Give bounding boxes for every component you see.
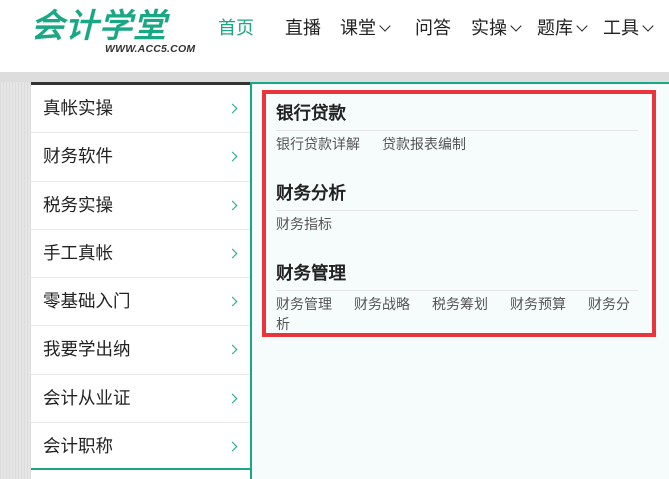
section-links: 财务管理 财务战略 税务筹划 财务预算 财务分析: [276, 295, 638, 335]
nav-item-label: 课堂: [340, 18, 376, 39]
link-loan-report[interactable]: 贷款报表编制: [382, 137, 466, 153]
category-sidebar: 真帐实操 财务软件 税务实操 手工真帐 零基础入门 我要学出纳 会计从业证 会计…: [31, 82, 250, 468]
nav-item-label: 工具: [603, 18, 639, 39]
chevron-right-icon: [227, 441, 238, 452]
chevron-down-icon: [642, 20, 654, 32]
header-divider: [0, 72, 669, 82]
nav-item-classroom[interactable]: 课堂: [340, 14, 391, 44]
link-bank-loan-detail[interactable]: 银行贷款详解: [276, 137, 360, 153]
chevron-right-icon: [227, 393, 238, 404]
section-links: 财务指标: [276, 215, 638, 235]
nav-item-label: 直播: [285, 18, 321, 39]
sidebar-item-finance-software[interactable]: 财务软件: [31, 133, 250, 182]
nav-item-label: 问答: [415, 18, 451, 39]
nav-item-home[interactable]: 首页: [218, 14, 254, 44]
sidebar-footer: [31, 468, 253, 479]
sidebar-item-real-accounts[interactable]: 真帐实操: [31, 85, 250, 134]
nav-item-label: 题库: [537, 18, 573, 39]
sidebar-item-accounting-title[interactable]: 会计职称: [31, 423, 250, 471]
sidebar-item-cashier[interactable]: 我要学出纳: [31, 326, 250, 375]
sidebar-item-label: 真帐实操: [43, 99, 113, 119]
main-nav: 首页 直播 课堂 问答 实操 题库 工具: [0, 0, 669, 56]
sidebar-item-beginner[interactable]: 零基础入门: [31, 278, 250, 327]
chevron-down-icon: [576, 20, 588, 32]
link-financial-strategy[interactable]: 财务战略: [354, 297, 410, 313]
sidebar-item-label: 零基础入门: [43, 292, 131, 313]
section-links: 银行贷款详解 贷款报表编制: [276, 135, 638, 155]
nav-item-label: 首页: [218, 18, 254, 39]
highlighted-region: 银行贷款 银行贷款详解 贷款报表编制 财务分析 财务指标 财务管理 财务管理 财务战…: [262, 90, 656, 337]
sidebar-item-tax-practice[interactable]: 税务实操: [31, 182, 250, 230]
sidebar-item-label: 手工真帐: [43, 243, 113, 264]
section-financial-analysis: 财务分析 财务指标: [276, 178, 638, 235]
section-title: 财务管理: [276, 258, 638, 291]
link-financial-budget[interactable]: 财务预算: [510, 297, 566, 313]
nav-item-live[interactable]: 直播: [285, 14, 321, 44]
chevron-down-icon: [379, 20, 391, 32]
chevron-right-icon: [227, 151, 238, 162]
sidebar-item-label: 我要学出纳: [43, 340, 131, 361]
sidebar-item-manual-accounts[interactable]: 手工真帐: [31, 230, 250, 279]
category-flyout-panel: 银行贷款 银行贷款详解 贷款报表编制 财务分析 财务指标 财务管理 财务管理 财务战…: [250, 82, 669, 479]
chevron-right-icon: [227, 103, 238, 114]
link-tax-planning[interactable]: 税务筹划: [432, 297, 488, 313]
sidebar-item-accounting-cert[interactable]: 会计从业证: [31, 375, 250, 424]
nav-item-label: 实操: [471, 18, 507, 39]
section-title: 财务分析: [276, 178, 638, 211]
section-financial-management: 财务管理 财务管理 财务战略 税务筹划 财务预算 财务分析: [276, 258, 638, 335]
section-bank-loans: 银行贷款 银行贷款详解 贷款报表编制: [276, 98, 638, 155]
nav-item-question-bank[interactable]: 题库: [537, 14, 588, 44]
nav-item-qa[interactable]: 问答: [415, 14, 451, 44]
category-list: 真帐实操 财务软件 税务实操 手工真帐 零基础入门 我要学出纳 会计从业证 会计…: [31, 85, 250, 471]
nav-item-practice[interactable]: 实操: [471, 14, 522, 44]
sidebar-item-label: 会计职称: [43, 437, 113, 458]
site-header: 会计学堂 WWW.ACC5.COM 首页 直播 课堂 问答 实操 题库 工具: [0, 0, 669, 72]
chevron-right-icon: [227, 248, 238, 259]
link-financial-management[interactable]: 财务管理: [276, 297, 332, 313]
chevron-right-icon: [227, 200, 238, 211]
chevron-right-icon: [227, 296, 238, 307]
chevron-down-icon: [510, 20, 522, 32]
sidebar-item-label: 会计从业证: [43, 388, 131, 409]
sidebar-item-label: 财务软件: [43, 147, 113, 168]
section-title: 银行贷款: [276, 98, 638, 131]
chevron-right-icon: [227, 345, 238, 355]
sidebar-item-label: 税务实操: [43, 195, 113, 216]
link-financial-indicators[interactable]: 财务指标: [276, 217, 332, 233]
nav-item-tools[interactable]: 工具: [603, 14, 654, 44]
